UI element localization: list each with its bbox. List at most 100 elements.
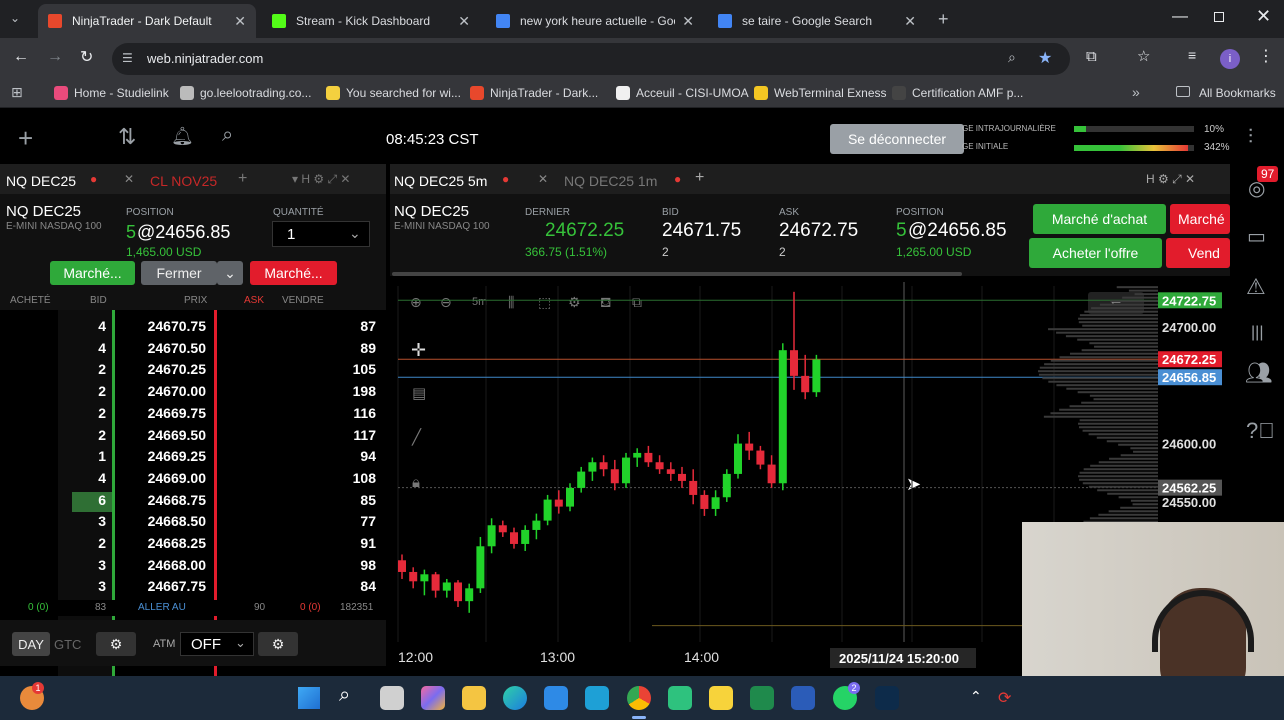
sliders-icon[interactable]: ⫶ xyxy=(1248,126,1253,149)
site-info-icon[interactable]: ☰ xyxy=(122,51,133,65)
notification-badge[interactable]: 97 xyxy=(1257,166,1279,182)
chrome-icon[interactable] xyxy=(627,686,651,710)
market-buy-button[interactable]: Marché d'achat xyxy=(1033,204,1166,234)
tab-5m-close-icon[interactable]: ✕ xyxy=(538,172,548,186)
file-explorer-icon[interactable] xyxy=(462,686,486,710)
app-icon[interactable] xyxy=(585,686,609,710)
more-bookmarks-icon[interactable]: » xyxy=(1132,84,1140,100)
disconnect-button[interactable]: Se déconnecter xyxy=(830,124,964,154)
bookmark-star-icon[interactable]: ★ xyxy=(1038,48,1052,68)
tab-nq-dec25[interactable]: NQ DEC25 xyxy=(6,173,76,189)
ladder-row[interactable]: 6 24668.75 85 xyxy=(0,491,386,514)
taskbar-search-icon[interactable]: ⌕ xyxy=(339,684,350,707)
qty-dropdown-icon[interactable]: ⌄ xyxy=(349,225,361,242)
ladder-row[interactable]: 3 24668.00 98 xyxy=(0,557,386,579)
tab-close-icon[interactable]: ✕ xyxy=(682,13,694,30)
dom-market-buy-button[interactable]: Marché... xyxy=(50,261,135,285)
tray-chevron-icon[interactable]: ⌃ xyxy=(970,688,982,705)
task-view-icon[interactable] xyxy=(380,686,404,710)
tab-add-icon[interactable]: + xyxy=(238,170,247,188)
bookmark-item[interactable]: You searched for wi... xyxy=(326,86,461,100)
ladder-row[interactable]: 2 24668.25 91 xyxy=(0,535,386,557)
atm-settings-button[interactable]: ⚙ xyxy=(258,632,298,656)
bell-icon[interactable]: 🔔︎ xyxy=(171,126,194,147)
bookmark-item[interactable]: go.leelootrading.co... xyxy=(180,86,311,100)
market-sell-button[interactable]: Marché xyxy=(1170,204,1230,234)
search-icon[interactable]: ⌕ xyxy=(222,124,233,147)
tab-nq-5m[interactable]: NQ DEC25 5m xyxy=(394,173,487,189)
excel-icon[interactable] xyxy=(750,686,774,710)
zoom-icon[interactable]: ⌕ xyxy=(1008,49,1016,66)
tab-close-icon[interactable]: ✕ xyxy=(458,13,470,30)
warning-icon[interactable]: ⚠ xyxy=(1246,274,1266,300)
dom-close-dropdown[interactable]: ⌄ xyxy=(217,261,243,285)
favorites-icon[interactable]: ☆ xyxy=(1137,47,1150,65)
tab-tools-icon[interactable]: ▾ H ⚙ ⤢ ✕ xyxy=(292,172,350,187)
photoshop-icon[interactable] xyxy=(875,686,899,710)
browser-tab[interactable]: se taire - Google Search ✕ xyxy=(708,4,926,38)
bookmark-item[interactable]: Home - Studielink xyxy=(54,86,169,100)
tab-close-icon[interactable]: ✕ xyxy=(234,13,246,30)
edge-icon[interactable] xyxy=(503,686,527,710)
ladder-row[interactable]: 2 24670.25 105 xyxy=(0,361,386,383)
chat-icon[interactable]: ▭ xyxy=(1247,224,1266,249)
all-bookmarks[interactable]: All Bookmarks xyxy=(1199,86,1276,100)
tif-settings-button[interactable]: ⚙ xyxy=(96,632,136,656)
ladder-row[interactable]: 2 24669.50 117 xyxy=(0,427,386,449)
minimize-icon[interactable]: — xyxy=(1172,8,1188,26)
sell-button[interactable]: Vend xyxy=(1166,238,1230,268)
tif-gtc-button[interactable]: GTC xyxy=(54,637,81,652)
menu-icon[interactable]: ⋮ xyxy=(1258,46,1274,66)
teams-icon[interactable] xyxy=(668,686,692,710)
ladder-row[interactable]: 4 24670.50 89 xyxy=(0,340,386,362)
tif-day-button[interactable]: DAY xyxy=(12,632,50,656)
sticky-notes-icon[interactable] xyxy=(709,686,733,710)
restore-icon[interactable] xyxy=(1214,12,1224,22)
reload-icon[interactable]: ↻ xyxy=(80,47,93,67)
ladder-row[interactable]: 2 24670.00 198 xyxy=(0,383,386,405)
tab-close-icon[interactable]: ✕ xyxy=(124,172,134,186)
start-icon[interactable] xyxy=(298,687,320,709)
close-window-icon[interactable]: ✕ xyxy=(1256,6,1271,27)
browser-tab[interactable]: NinjaTrader - Dark Default ✕ xyxy=(38,4,256,38)
ladder-row[interactable]: 4 24669.00 108 xyxy=(0,470,386,492)
ladder-row[interactable]: 3 24668.50 77 xyxy=(0,513,386,535)
ladder-row[interactable]: 2 24669.75 116 xyxy=(0,405,386,427)
media-icon[interactable]: ≡ xyxy=(1188,47,1196,63)
buy-offer-button[interactable]: Acheter l'offre xyxy=(1029,238,1162,268)
browser-tab[interactable]: Stream - Kick Dashboard ✕ xyxy=(262,4,480,38)
tab-close-icon[interactable]: ✕ xyxy=(904,13,916,30)
tab-search-icon[interactable]: ⌄ xyxy=(10,11,20,25)
dom-market-sell-button[interactable]: Marché... xyxy=(250,261,337,285)
apps-icon[interactable]: ⊞ xyxy=(11,84,23,101)
bookmark-item[interactable]: NinjaTrader - Dark... xyxy=(470,86,598,100)
word-icon[interactable] xyxy=(791,686,815,710)
ladder-row[interactable]: 1 24669.25 94 xyxy=(0,448,386,470)
tab-cl-nov25[interactable]: CL NOV25 xyxy=(150,173,217,189)
atm-select[interactable]: OFF ⌄ xyxy=(180,632,254,656)
copilot-icon[interactable] xyxy=(421,686,445,710)
users-icon[interactable]: 👥︎ xyxy=(1245,360,1273,386)
tray-app-icon[interactable]: ⟳ xyxy=(998,688,1011,708)
tab-nq-1m[interactable]: NQ DEC25 1m xyxy=(564,173,657,189)
chart-tab-add-icon[interactable]: + xyxy=(695,169,704,187)
bookmark-item[interactable]: Acceuil - CISI-UMOA xyxy=(616,86,749,100)
transfer-icon[interactable]: ⇅ xyxy=(118,124,136,150)
extensions-icon[interactable]: ⧉ xyxy=(1086,48,1097,65)
add-icon[interactable]: + xyxy=(18,123,33,154)
goto-button[interactable]: ALLER AU xyxy=(138,602,186,613)
ladder-row[interactable]: 3 24667.75 84 xyxy=(0,578,386,600)
chart-scrollbar[interactable] xyxy=(392,272,962,276)
dom-close-button[interactable]: Fermer xyxy=(141,261,217,285)
omnibox[interactable]: ☰ web.ninjatrader.com ⌕ ★ xyxy=(112,43,1070,75)
forward-icon[interactable]: → xyxy=(47,48,63,66)
ladder-row[interactable]: 4 24670.75 87 xyxy=(0,318,386,340)
help-icon[interactable]: ?⃝ xyxy=(1246,418,1275,444)
store-icon[interactable] xyxy=(544,686,568,710)
qty-input[interactable]: 1 ⌄ xyxy=(272,221,370,247)
browser-tab[interactable]: new york heure actuelle - Goog ✕ xyxy=(486,4,704,38)
new-tab-icon[interactable]: + xyxy=(938,9,949,30)
chart-window-tools-icon[interactable]: H ⚙ ⤢ ✕ xyxy=(1146,172,1195,187)
bookmark-item[interactable]: WebTerminal Exness xyxy=(754,86,887,100)
profile-avatar[interactable]: i xyxy=(1220,49,1240,69)
